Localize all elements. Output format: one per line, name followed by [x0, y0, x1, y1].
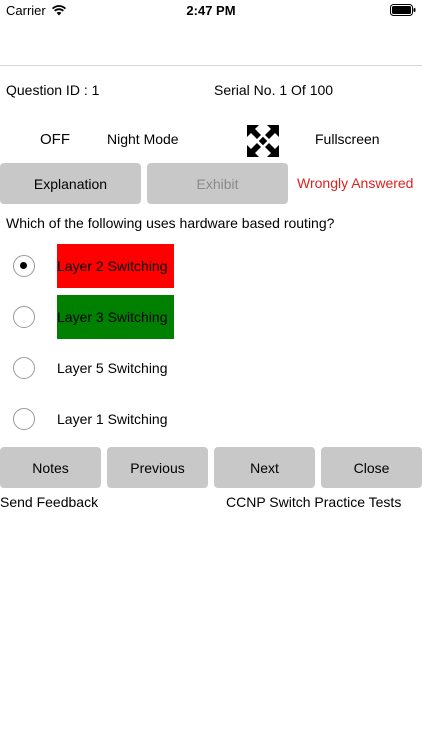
- screen: Carrier 2:47 PM Question ID : 1 Serial N…: [0, 0, 422, 750]
- send-feedback-link[interactable]: Send Feedback: [0, 494, 98, 510]
- serial-number: Serial No. 1 Of 100: [214, 82, 334, 98]
- option-2[interactable]: Layer 3 Switching: [0, 294, 422, 340]
- question-id: Question ID : 1: [6, 82, 100, 98]
- notes-button[interactable]: Notes: [0, 447, 101, 488]
- radio-button[interactable]: [13, 306, 35, 328]
- app-name-label: CCNP Switch Practice Tests: [226, 494, 402, 510]
- option-4[interactable]: Layer 1 Switching: [0, 396, 422, 442]
- fullscreen-label[interactable]: Fullscreen: [315, 131, 380, 147]
- question-text: Which of the following uses hardware bas…: [6, 215, 335, 231]
- night-mode-label: Night Mode: [107, 131, 179, 147]
- night-mode-toggle[interactable]: OFF: [40, 131, 70, 148]
- radio-button[interactable]: [13, 357, 35, 379]
- next-button[interactable]: Next: [214, 447, 315, 488]
- nav-divider: [0, 65, 422, 66]
- battery-icon: [390, 4, 416, 16]
- result-status: Wrongly Answered: [297, 175, 414, 191]
- status-bar: Carrier 2:47 PM: [0, 0, 422, 22]
- radio-selected-dot: [20, 262, 27, 269]
- radio-button[interactable]: [13, 255, 35, 277]
- previous-button[interactable]: Previous: [107, 447, 208, 488]
- option-label[interactable]: Layer 5 Switching: [57, 346, 170, 390]
- option-label[interactable]: Layer 1 Switching: [57, 397, 170, 441]
- clock: 2:47 PM: [186, 3, 236, 18]
- option-label[interactable]: Layer 3 Switching: [57, 295, 174, 339]
- explanation-button[interactable]: Explanation: [0, 163, 141, 204]
- option-3[interactable]: Layer 5 Switching: [0, 345, 422, 391]
- close-button[interactable]: Close: [321, 447, 422, 488]
- radio-button[interactable]: [13, 408, 35, 430]
- option-1[interactable]: Layer 2 Switching: [0, 243, 422, 289]
- option-label[interactable]: Layer 2 Switching: [57, 244, 174, 288]
- fullscreen-icon[interactable]: [246, 124, 280, 158]
- exhibit-button[interactable]: Exhibit: [147, 163, 288, 204]
